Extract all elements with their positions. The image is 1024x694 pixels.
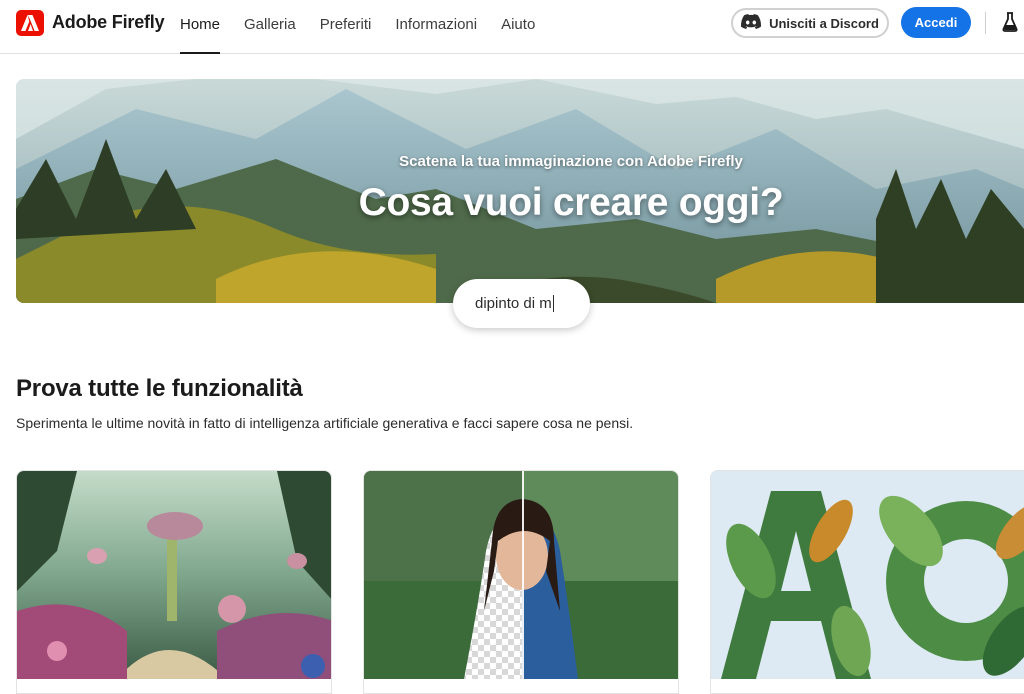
join-discord-button[interactable]: Unisciti a Discord bbox=[731, 8, 889, 38]
sign-in-button[interactable]: Accedi bbox=[901, 7, 971, 38]
feature-card-generative-fill[interactable] bbox=[363, 470, 679, 694]
woman-background-removal-image bbox=[364, 471, 678, 679]
hero-banner: Scatena la tua immaginazione con Adobe F… bbox=[16, 79, 1024, 303]
discord-icon bbox=[741, 14, 762, 32]
nav-gallery[interactable]: Galleria bbox=[244, 0, 296, 54]
nav-help[interactable]: Aiuto bbox=[501, 0, 535, 54]
section-description: Sperimenta le ultime novità in fatto di … bbox=[16, 415, 634, 431]
adobe-logo-icon[interactable] bbox=[16, 10, 44, 36]
feature-card-text-effects[interactable] bbox=[710, 470, 1024, 694]
text-caret bbox=[552, 295, 554, 312]
flask-icon[interactable] bbox=[1002, 12, 1018, 37]
brand-name[interactable]: Adobe Firefly bbox=[52, 12, 165, 33]
nav-favorites[interactable]: Preferiti bbox=[320, 0, 372, 54]
prompt-text: dipinto di m bbox=[475, 295, 552, 312]
hero-subtitle: Scatena la tua immaginazione con Adobe F… bbox=[399, 153, 743, 170]
feature-card-text-to-image[interactable] bbox=[16, 470, 332, 694]
section-title: Prova tutte le funzionalità bbox=[16, 375, 303, 402]
top-header: Adobe Firefly Home Galleria Preferiti In… bbox=[0, 0, 1024, 54]
header-divider bbox=[985, 12, 986, 34]
hero-title: Cosa vuoi creare oggi? bbox=[358, 181, 784, 224]
nav-about[interactable]: Informazioni bbox=[395, 0, 477, 54]
prompt-input[interactable]: dipinto di m bbox=[453, 279, 590, 328]
nav-home[interactable]: Home bbox=[180, 0, 221, 54]
leaf-text-effects-image bbox=[711, 471, 1024, 679]
discord-label: Unisciti a Discord bbox=[769, 15, 879, 31]
fantasy-garden-image bbox=[17, 471, 331, 679]
main-nav: Home Galleria Preferiti Informazioni Aiu… bbox=[180, 0, 535, 54]
